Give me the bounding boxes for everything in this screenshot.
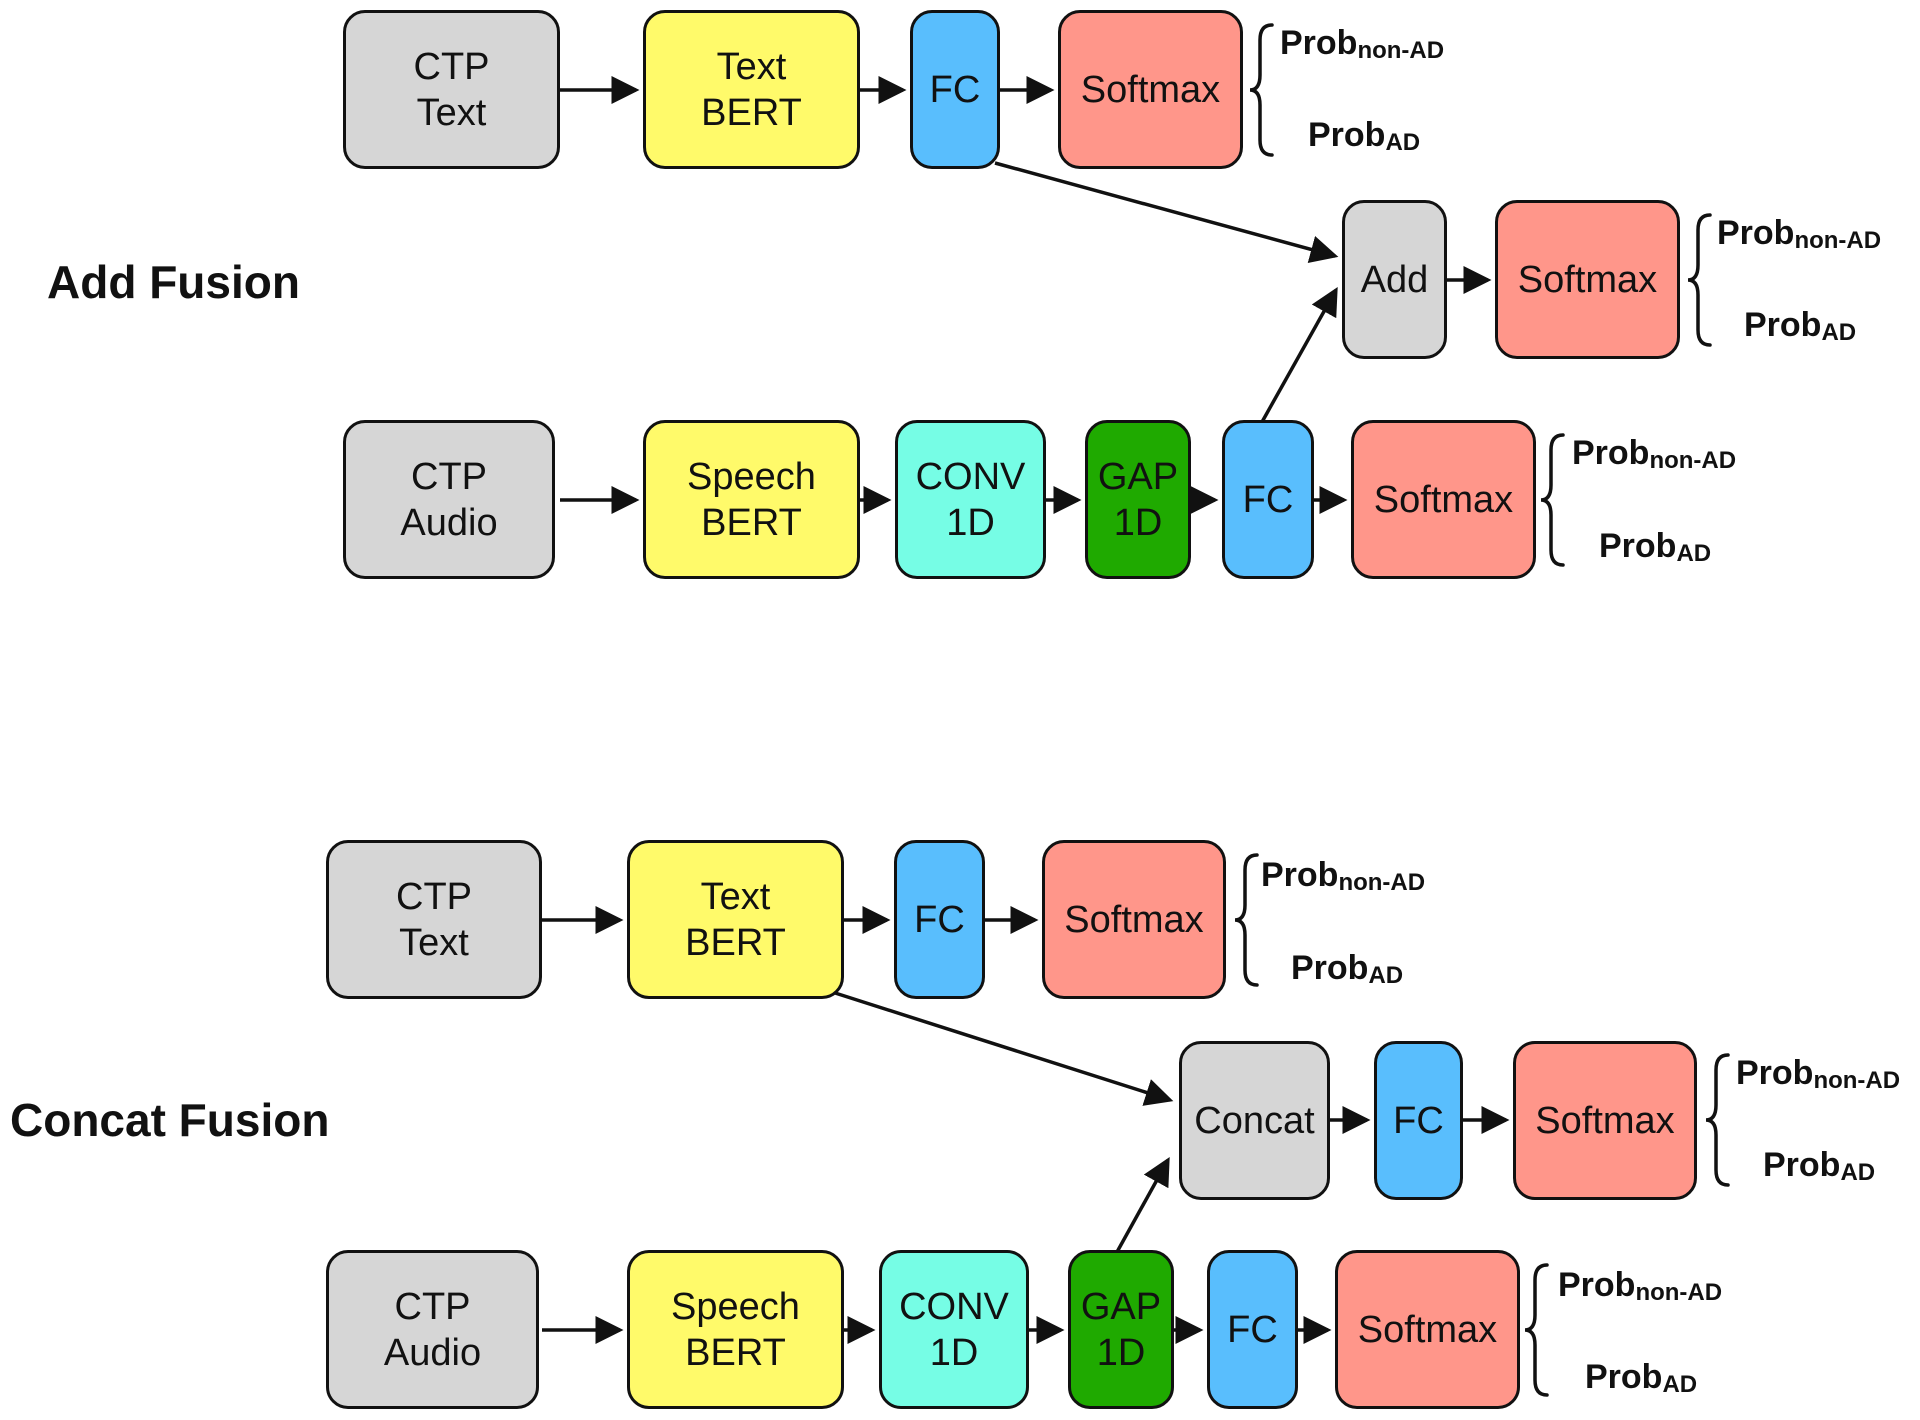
prob-non-ad-label: Probnon-AD: [1717, 214, 1882, 254]
concat-audio-softmax-node: Softmax: [1335, 1250, 1520, 1409]
add-ctp-text-node: CTP Text: [343, 10, 560, 169]
node-label: 1D: [1113, 501, 1163, 544]
brace-icon: [1705, 1053, 1730, 1187]
prob-non-ad-label: Probnon-AD: [1261, 856, 1426, 896]
concat-fusion-node: Concat: [1179, 1041, 1330, 1200]
prob-non-ad-label: Probnon-AD: [1572, 434, 1737, 474]
node-label: FC: [1227, 1308, 1278, 1351]
node-label: Text: [399, 921, 469, 964]
node-label: Softmax: [1535, 1099, 1675, 1142]
add-conv1d-node: CONV 1D: [895, 420, 1046, 579]
concat-fusion-softmax-node: Softmax: [1513, 1041, 1697, 1200]
node-label: FC: [914, 898, 965, 941]
add-text-softmax-node: Softmax: [1058, 10, 1243, 169]
node-label: Softmax: [1373, 478, 1514, 521]
arrow-audio-fc-to-add: [1260, 286, 1338, 423]
add-fusion-title: Add Fusion: [47, 256, 300, 308]
concat-fusion-fc-node: FC: [1374, 1041, 1463, 1200]
node-label: CONV: [915, 455, 1026, 498]
node-label: Text: [700, 875, 771, 918]
arrow-text-fc-to-add: [994, 161, 1339, 264]
add-ctp-audio-node: CTP Audio: [343, 420, 555, 579]
node-label: GAP: [1097, 455, 1179, 498]
node-label: CTP: [394, 1285, 471, 1328]
concat-fusion-title: Concat Fusion: [10, 1094, 330, 1146]
brace-icon: [1687, 213, 1712, 347]
node-label: Text: [416, 91, 487, 134]
concat-text-bert-node: Text BERT: [627, 840, 844, 999]
node-label: Speech: [687, 455, 816, 498]
arrow-gap-to-concat: [1115, 1156, 1170, 1253]
node-label: 1D: [1096, 1331, 1146, 1374]
node-label: CTP: [396, 875, 472, 918]
node-label: Softmax: [1517, 258, 1658, 301]
add-gap1d-node: GAP 1D: [1085, 420, 1191, 579]
prob-ad-label: ProbAD: [1291, 949, 1404, 989]
prob-ad-label: ProbAD: [1744, 306, 1857, 346]
node-label: CTP: [411, 455, 487, 498]
node-label: CTP: [413, 45, 490, 88]
brace-icon: [1234, 853, 1259, 987]
node-label: Concat: [1194, 1099, 1315, 1142]
node-label: Softmax: [1080, 68, 1221, 111]
node-label: 1D: [929, 1331, 979, 1374]
concat-speech-bert-node: Speech BERT: [627, 1250, 844, 1409]
add-audio-fc-node: FC: [1222, 420, 1314, 579]
concat-gap1d-node: GAP 1D: [1068, 1250, 1174, 1409]
prob-ad-label: ProbAD: [1763, 1146, 1876, 1186]
add-text-bert-node: Text BERT: [643, 10, 860, 169]
concat-text-softmax-node: Softmax: [1042, 840, 1226, 999]
concat-ctp-audio-node: CTP Audio: [326, 1250, 539, 1409]
concat-audio-fc-node: FC: [1207, 1250, 1298, 1409]
node-label: GAP: [1080, 1285, 1162, 1328]
concat-ctp-text-node: CTP Text: [326, 840, 542, 999]
arrow-text-bert-to-concat: [831, 990, 1174, 1106]
node-label: Softmax: [1064, 898, 1204, 941]
prob-ad-label: ProbAD: [1308, 116, 1421, 156]
add-text-fc-node: FC: [910, 10, 1000, 169]
brace-icon: [1249, 23, 1274, 157]
brace-icon: [1540, 433, 1565, 567]
node-label: BERT: [685, 921, 786, 964]
node-label: 1D: [946, 501, 995, 544]
brace-icon: [1524, 1263, 1549, 1397]
add-fusion-node: Add: [1342, 200, 1447, 359]
node-label: Add: [1360, 258, 1429, 301]
node-label: FC: [1393, 1099, 1444, 1142]
node-label: Audio: [400, 501, 498, 544]
add-audio-softmax-node: Softmax: [1351, 420, 1536, 579]
prob-non-ad-label: Probnon-AD: [1736, 1054, 1901, 1094]
prob-ad-label: ProbAD: [1599, 527, 1712, 567]
concat-conv1d-node: CONV 1D: [879, 1250, 1029, 1409]
prob-non-ad-label: Probnon-AD: [1280, 24, 1445, 64]
node-label: FC: [929, 68, 981, 111]
prob-ad-label: ProbAD: [1585, 1358, 1698, 1398]
node-label: FC: [1242, 478, 1294, 521]
node-label: BERT: [701, 501, 802, 544]
node-label: BERT: [685, 1331, 786, 1374]
node-label: CONV: [899, 1285, 1009, 1328]
prob-non-ad-label: Probnon-AD: [1558, 1266, 1723, 1306]
node-label: Text: [716, 45, 787, 88]
node-label: Audio: [383, 1331, 482, 1374]
node-label: BERT: [701, 91, 802, 134]
node-label: Speech: [671, 1285, 800, 1328]
add-speech-bert-node: Speech BERT: [643, 420, 860, 579]
add-fusion-softmax-node: Softmax: [1495, 200, 1680, 359]
node-label: Softmax: [1357, 1308, 1498, 1351]
concat-text-fc-node: FC: [894, 840, 985, 999]
